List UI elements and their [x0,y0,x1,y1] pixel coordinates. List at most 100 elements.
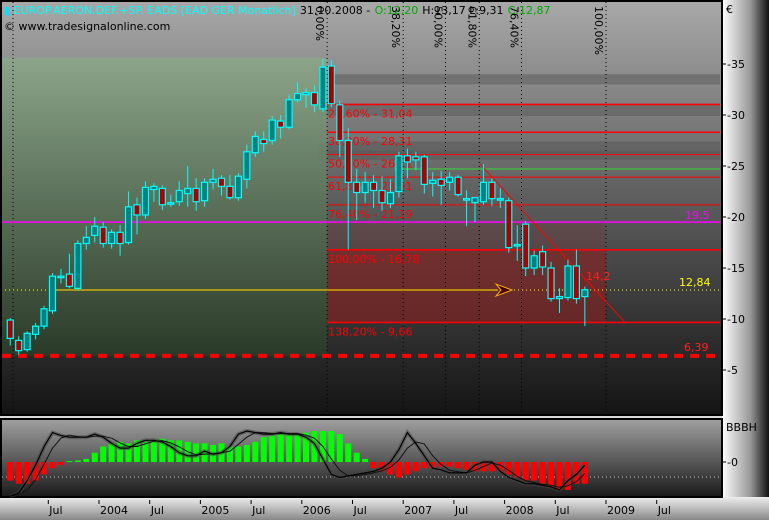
histogram-bar [336,434,343,462]
candle [564,259,572,301]
x-tick-label: 2007 [404,504,432,517]
histogram-bar [100,446,107,462]
candle-body [327,65,335,105]
candle-body [547,267,555,300]
title-line: ▮ EUROP.AERON.DEF.+SP. EADS [EAD GER Mon… [4,4,550,17]
candle [268,116,276,145]
candle-body [150,185,158,191]
candle [285,94,293,130]
candle-body [99,226,107,245]
candle-body [530,255,538,269]
candle-body [488,181,496,200]
candle [48,273,57,314]
candle-body [353,181,361,194]
x-tick-label: 2005 [201,504,229,517]
histogram-bar [15,462,22,484]
candle-body [268,119,276,142]
histogram-bar [370,462,377,469]
candle-body [336,104,344,142]
x-tick-label: 2009 [607,504,635,517]
candle-body [386,191,395,205]
candle-body [48,275,57,312]
histogram-bar [522,462,529,481]
candle-body [124,206,133,244]
candle-body [141,186,150,216]
candle-body [82,236,90,245]
candle-body [505,200,513,249]
open-value: O:12,20 [375,4,419,17]
histogram-bar [150,440,157,462]
candle-body [15,339,23,352]
histogram-bar [395,462,402,478]
x-tick-label: Jul [657,504,671,517]
indicator-label: BBBH [726,421,757,434]
candle-body [361,181,369,194]
y-tick-label: -30 [727,109,745,122]
x-tick-label: 2008 [506,504,534,517]
candle-body [513,243,521,247]
candle-body [378,189,386,204]
candle-body [260,138,268,145]
fib-label: 138,20% - 9,66 [328,325,412,338]
y-tick-label: -20 [727,211,745,224]
candle-body [555,295,564,300]
candle-body [158,187,166,206]
date: 31.10.2008 - [300,4,371,17]
candle-body [395,155,403,193]
chart: 0,00% 38,20% 50,00% 61,80% 76,40% 100,00%23,6… [0,0,769,520]
histogram-bar [294,434,301,462]
candle [547,261,555,302]
candle-body [420,156,428,185]
histogram-bar [531,462,538,481]
y-tick-label: -35 [727,58,745,71]
histogram-bar [66,461,73,462]
histogram-bar [362,458,369,462]
histogram-bar [328,431,335,462]
x-tick-label: 2004 [100,504,128,517]
histogram-bar [412,462,419,472]
instrument-name: EUROP.AERON.DEF.+SP. EADS [EAD GER Monat… [14,4,296,17]
candle-body [209,178,217,183]
candle-body [319,66,327,110]
fib-label: 100,00% - 16,78 [328,253,419,266]
x-tick-label: Jul [353,504,367,517]
candle-body [412,156,420,161]
histogram-bar [243,444,250,462]
high-low-values: H:13,17 L:9,31 [422,4,503,17]
candle [395,151,403,198]
candle-body [285,99,293,128]
candle-body [201,181,209,202]
x-tick-label: 2006 [303,504,331,517]
histogram-bar [404,462,411,475]
candle-body [23,332,31,351]
histogram-bar [7,462,14,481]
histogram-bar [353,452,360,462]
candle-body [564,265,572,299]
x-tick-label: Jul [150,504,164,517]
histogram-bar [505,462,512,475]
candle [522,221,530,277]
histogram-bar [455,462,462,469]
histogram-bar [286,434,293,462]
indicator-y-tick-label: -0 [727,456,738,469]
price-band [318,74,720,85]
histogram-bar [74,460,81,462]
histogram-bar [446,462,453,467]
histogram-bar [235,446,242,462]
candle [234,173,242,201]
candle-body [234,175,242,199]
y-tick-label: -5 [727,364,738,377]
candle-body [403,155,411,163]
candle-body [429,179,437,184]
candle-body [581,289,589,298]
candle-body [243,151,251,180]
target-zone-upper [327,222,606,250]
candle-body [538,251,547,268]
candle-body [251,135,259,154]
histogram-bar [260,437,267,462]
candle-body [344,139,352,183]
candle-body [522,223,530,269]
candle-body [217,177,226,188]
histogram-bar [421,462,428,469]
candle [327,59,335,107]
